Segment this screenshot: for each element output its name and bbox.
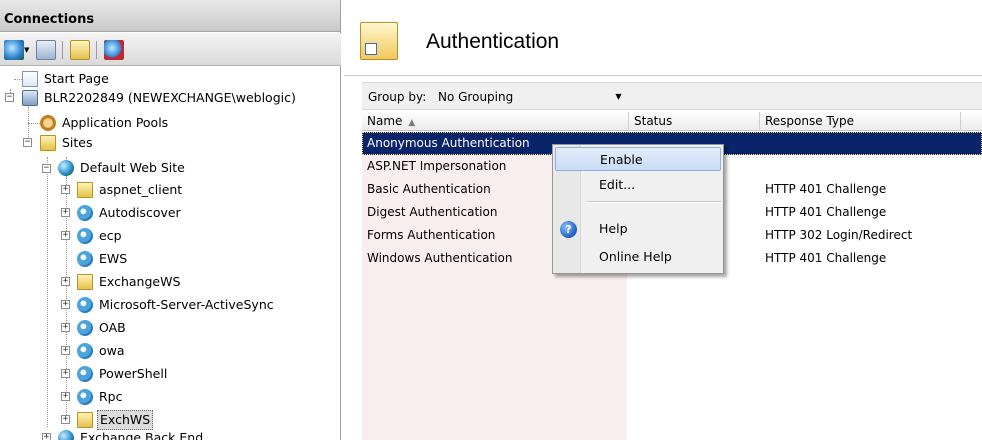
tree-line bbox=[47, 157, 48, 427]
tree-item-label: ecp bbox=[99, 228, 122, 243]
tree-item-label: PowerShell bbox=[99, 366, 168, 381]
group-by-bar: Group by: No Grouping ▼ bbox=[362, 82, 982, 110]
column-header-name[interactable]: Name ▲ bbox=[362, 112, 629, 131]
tree-item-label: owa bbox=[99, 343, 125, 358]
connections-title: Connections bbox=[4, 12, 95, 27]
start-page-icon bbox=[22, 71, 38, 87]
folder-icon bbox=[77, 182, 93, 198]
tree-item-label: BLR2202849 (NEWEXCHANGE\weblogic) bbox=[44, 90, 296, 105]
collapse-toggle[interactable]: − bbox=[23, 138, 32, 147]
toolbar-separator bbox=[62, 41, 63, 59]
connections-tree: Start Page − BLR2202849 (NEWEXCHANGE\web… bbox=[0, 67, 341, 440]
list-header: Name ▲ Status Response Type bbox=[362, 112, 982, 131]
tree-line bbox=[28, 123, 40, 124]
column-header-label: Response Type bbox=[765, 114, 855, 128]
expand-toggle[interactable]: + bbox=[61, 277, 70, 286]
menu-separator bbox=[587, 201, 721, 203]
tree-item-label: aspnet_client bbox=[99, 182, 183, 197]
application-icon bbox=[77, 228, 93, 244]
expand-toggle[interactable]: + bbox=[61, 415, 70, 424]
globe-icon bbox=[58, 160, 74, 176]
expand-toggle[interactable]: + bbox=[61, 346, 70, 355]
cell-response-type: HTTP 302 Login/Redirect bbox=[765, 228, 913, 242]
save-icon[interactable] bbox=[36, 40, 56, 60]
application-icon bbox=[77, 389, 93, 405]
tree-item-label: Start Page bbox=[44, 71, 109, 86]
help-icon: ? bbox=[560, 221, 577, 238]
cell-response-type: HTTP 401 Challenge bbox=[765, 205, 887, 219]
virtual-directory-icon bbox=[77, 274, 93, 290]
column-header-label: Status bbox=[634, 114, 673, 128]
tree-item-label: OAB bbox=[99, 320, 126, 335]
column-header-empty[interactable] bbox=[961, 112, 982, 131]
tree-item-label: Microsoft-Server-ActiveSync bbox=[99, 297, 274, 312]
connections-pane: Connections ▼ Start Page − BLR2202849 (N… bbox=[0, 0, 341, 440]
connect-icon[interactable] bbox=[4, 40, 24, 60]
tree-item-label: EWS bbox=[99, 251, 128, 266]
group-by-dropdown[interactable]: No Grouping ▼ bbox=[433, 86, 629, 107]
menu-item-label: Enable bbox=[600, 152, 643, 167]
column-header-status[interactable]: Status bbox=[629, 112, 760, 131]
expand-toggle[interactable]: + bbox=[61, 300, 70, 309]
app-pool-icon bbox=[40, 115, 56, 131]
collapse-toggle[interactable]: − bbox=[42, 164, 51, 173]
application-icon bbox=[77, 343, 93, 359]
cell-response-type: HTTP 401 Challenge bbox=[765, 182, 887, 196]
column-header-label: Name bbox=[367, 114, 403, 128]
authentication-icon bbox=[360, 22, 398, 60]
tree-item-label: Default Web Site bbox=[80, 160, 185, 175]
menu-item-label: Online Help bbox=[599, 249, 672, 264]
application-icon bbox=[77, 297, 93, 313]
context-menu: Enable Edit... ? Help Online Help bbox=[552, 144, 724, 274]
folder-icon bbox=[40, 135, 56, 151]
expand-toggle[interactable]: + bbox=[61, 369, 70, 378]
tree-item-label: Exchange Back End bbox=[80, 430, 204, 440]
collapse-toggle[interactable]: − bbox=[5, 93, 14, 102]
menu-item-enable[interactable]: Enable bbox=[555, 147, 721, 171]
up-folder-icon[interactable] bbox=[70, 40, 90, 60]
column-header-response-type[interactable]: Response Type bbox=[760, 112, 961, 131]
tree-item-label: ExchWS bbox=[97, 410, 154, 430]
application-icon bbox=[77, 251, 93, 267]
application-icon bbox=[77, 366, 93, 382]
tree-item-label: ExchangeWS bbox=[99, 274, 181, 289]
expand-toggle[interactable]: + bbox=[42, 433, 51, 440]
tree-item-label: Application Pools bbox=[62, 115, 169, 130]
globe-icon bbox=[58, 430, 74, 440]
disconnect-icon[interactable] bbox=[104, 40, 124, 60]
menu-item-help[interactable]: ? Help bbox=[555, 217, 721, 241]
cell-response-type: HTTP 401 Challenge bbox=[765, 251, 887, 265]
menu-item-label: Edit... bbox=[599, 177, 636, 192]
connect-dropdown-icon[interactable]: ▼ bbox=[24, 40, 32, 60]
toolbar-separator bbox=[96, 41, 97, 59]
feature-header: Authentication bbox=[344, 0, 982, 76]
server-icon bbox=[22, 90, 38, 106]
menu-item-edit[interactable]: Edit... bbox=[555, 173, 721, 197]
expand-toggle[interactable]: + bbox=[61, 323, 70, 332]
menu-item-label: Help bbox=[599, 221, 628, 236]
connections-toolbar: ▼ bbox=[0, 33, 341, 66]
chevron-down-icon[interactable]: ▼ bbox=[610, 88, 627, 105]
group-by-value: No Grouping bbox=[438, 90, 514, 104]
expand-toggle[interactable]: + bbox=[61, 208, 70, 217]
tree-item-label: Autodiscover bbox=[99, 205, 181, 220]
expand-toggle[interactable]: + bbox=[61, 185, 70, 194]
tree-item-label: Rpc bbox=[99, 389, 123, 404]
connections-header: Connections bbox=[0, 0, 340, 32]
group-by-label: Group by: bbox=[368, 90, 427, 104]
application-icon bbox=[77, 205, 93, 221]
page-title: Authentication bbox=[426, 30, 560, 53]
virtual-directory-icon bbox=[77, 412, 93, 428]
expand-toggle[interactable]: + bbox=[61, 231, 70, 240]
application-icon bbox=[77, 320, 93, 336]
sort-ascending-icon: ▲ bbox=[408, 118, 416, 128]
expand-toggle[interactable]: + bbox=[61, 392, 70, 401]
menu-item-online-help[interactable]: Online Help bbox=[555, 245, 721, 269]
tree-item-label: Sites bbox=[62, 135, 93, 150]
